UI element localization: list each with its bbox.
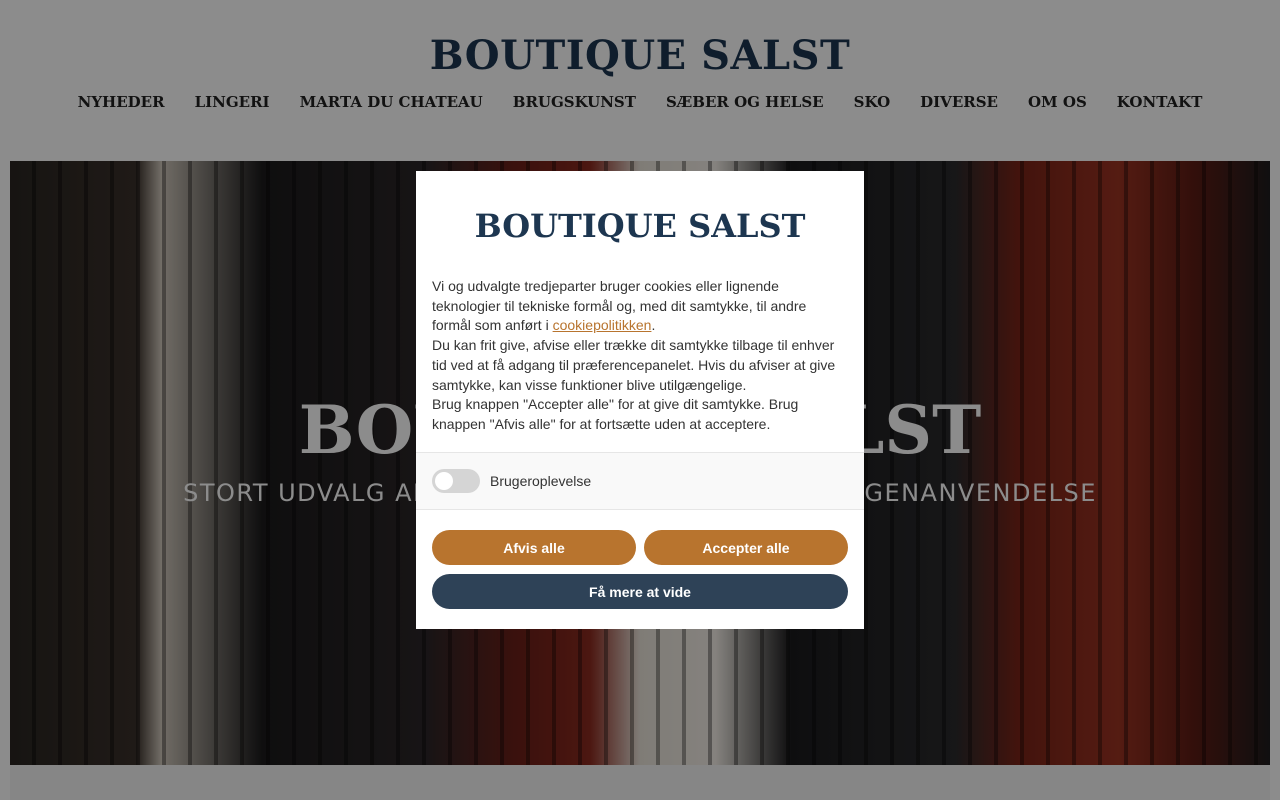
consent-text: Vi og udvalgte tredjeparter bruger cooki… [416, 271, 864, 452]
toggle-knob [435, 472, 453, 490]
reject-all-button[interactable]: Afvis alle [432, 530, 636, 565]
learn-more-button[interactable]: Få mere at vide [432, 574, 848, 609]
preference-row: Brugeroplevelse [416, 452, 864, 510]
consent-buttons: Afvis alle Accepter alle [416, 510, 864, 565]
user-experience-toggle[interactable] [432, 469, 480, 493]
cookie-consent-dialog: BOUTIQUE SALST Vi og udvalgte tredjepart… [416, 171, 864, 629]
consent-text-p1-end: . [651, 317, 656, 334]
consent-text-p2: Du kan frit give, afvise eller trække di… [432, 337, 836, 393]
consent-text-p3: Brug knappen "Accepter alle" for at give… [432, 396, 799, 432]
toggle-label: Brugeroplevelse [490, 473, 592, 489]
dialog-logo: BOUTIQUE SALST [474, 207, 806, 245]
accept-all-button[interactable]: Accepter alle [644, 530, 848, 565]
cookie-policy-link[interactable]: cookiepolitikken [553, 317, 652, 333]
